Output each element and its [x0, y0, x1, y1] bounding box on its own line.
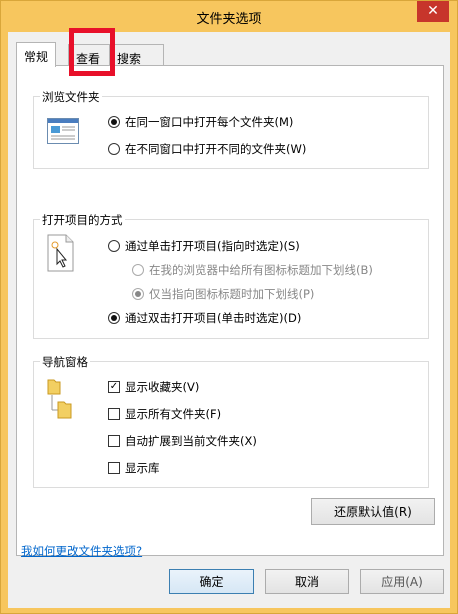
open-new-window-label: 在不同窗口中打开不同的文件夹(W) [125, 142, 307, 156]
open-new-window-radio[interactable] [108, 143, 120, 155]
underline-point-radio [132, 288, 144, 300]
underline-all-label: 在我的浏览器中给所有图标标题加下划线(B) [149, 263, 373, 277]
single-click-option[interactable]: 通过单击打开项目(指向时选定)(S) [108, 238, 300, 254]
auto-expand-label: 自动扩展到当前文件夹(X) [125, 434, 257, 448]
auto-expand-checkbox[interactable] [108, 435, 120, 447]
browse-folders-group: 浏览文件夹 在同一窗口中打开每个文件夹(M) 在不同窗口中打开不同的文件夹(W) [33, 89, 429, 169]
show-all-folders-label: 显示所有文件夹(F) [125, 407, 222, 421]
window-title: 文件夹选项 [196, 12, 262, 27]
underline-point-option: 仅当指向图标标题时加下划线(P) [132, 286, 314, 302]
click-items-title: 打开项目的方式 [40, 212, 125, 228]
tab-general[interactable]: 常规 [16, 42, 56, 67]
tab-search-label: 搜索 [117, 52, 142, 66]
show-all-folders-option[interactable]: 显示所有文件夹(F) [108, 406, 221, 422]
navigation-pane-title: 导航窗格 [40, 354, 90, 370]
show-favorites-checkbox[interactable]: ✓ [108, 381, 120, 393]
close-button[interactable]: ✕ [417, 1, 449, 22]
show-libraries-label: 显示库 [125, 461, 160, 475]
double-click-label: 通过双击打开项目(单击时选定)(D) [125, 311, 302, 325]
single-click-label: 通过单击打开项目(指向时选定)(S) [125, 239, 300, 253]
show-favorites-label: 显示收藏夹(V) [125, 380, 200, 394]
double-click-radio[interactable] [108, 312, 120, 324]
browse-folders-title: 浏览文件夹 [40, 89, 102, 105]
ok-button[interactable]: 确定 [169, 569, 254, 594]
close-icon: ✕ [427, 3, 439, 19]
folder-tree-icon [47, 379, 72, 419]
open-same-window-radio[interactable] [108, 116, 120, 128]
folder-options-dialog: 文件夹选项 ✕ 常规 查看 搜索 浏览文件夹 在同一窗口中打开每个文件夹(M) … [0, 0, 458, 614]
underline-all-option: 在我的浏览器中给所有图标标题加下划线(B) [132, 262, 373, 278]
show-all-folders-checkbox[interactable] [108, 408, 120, 420]
general-tab-panel: 浏览文件夹 在同一窗口中打开每个文件夹(M) 在不同窗口中打开不同的文件夹(W)… [16, 65, 444, 559]
highlight-annotation-box [69, 28, 115, 76]
click-items-group: 打开项目的方式 通过单击打开项目(指向时选定)(S) 在我的浏览器中给所有图标标… [33, 212, 429, 339]
open-same-window-label: 在同一窗口中打开每个文件夹(M) [125, 115, 294, 129]
auto-expand-option[interactable]: 自动扩展到当前文件夹(X) [108, 433, 257, 449]
show-favorites-option[interactable]: ✓ 显示收藏夹(V) [108, 379, 199, 395]
underline-all-radio [132, 264, 144, 276]
double-click-option[interactable]: 通过双击打开项目(单击时选定)(D) [108, 310, 301, 326]
open-new-window-option[interactable]: 在不同窗口中打开不同的文件夹(W) [108, 141, 306, 157]
restore-defaults-button[interactable]: 还原默认值(R) [311, 498, 435, 525]
navigation-pane-group: 导航窗格 ✓ 显示收藏夹(V) 显示所有文件夹(F) 自动扩展到当前文件夹(X)… [33, 354, 429, 488]
underline-point-label: 仅当指向图标标题时加下划线(P) [149, 287, 315, 301]
help-link[interactable]: 我如何更改文件夹选项? [21, 543, 142, 559]
tab-search[interactable]: 搜索 [109, 44, 164, 66]
single-click-radio[interactable] [108, 240, 120, 252]
cancel-button[interactable]: 取消 [265, 569, 349, 594]
show-libraries-checkbox[interactable] [108, 462, 120, 474]
show-libraries-option[interactable]: 显示库 [108, 460, 160, 476]
window-preview-icon [47, 118, 79, 144]
click-cursor-icon [47, 234, 74, 272]
apply-button[interactable]: 应用(A) [360, 569, 444, 594]
open-same-window-option[interactable]: 在同一窗口中打开每个文件夹(M) [108, 114, 293, 130]
dialog-client: 常规 查看 搜索 浏览文件夹 在同一窗口中打开每个文件夹(M) 在不同窗口中打开… [8, 32, 450, 608]
tab-general-label: 常规 [24, 50, 49, 64]
